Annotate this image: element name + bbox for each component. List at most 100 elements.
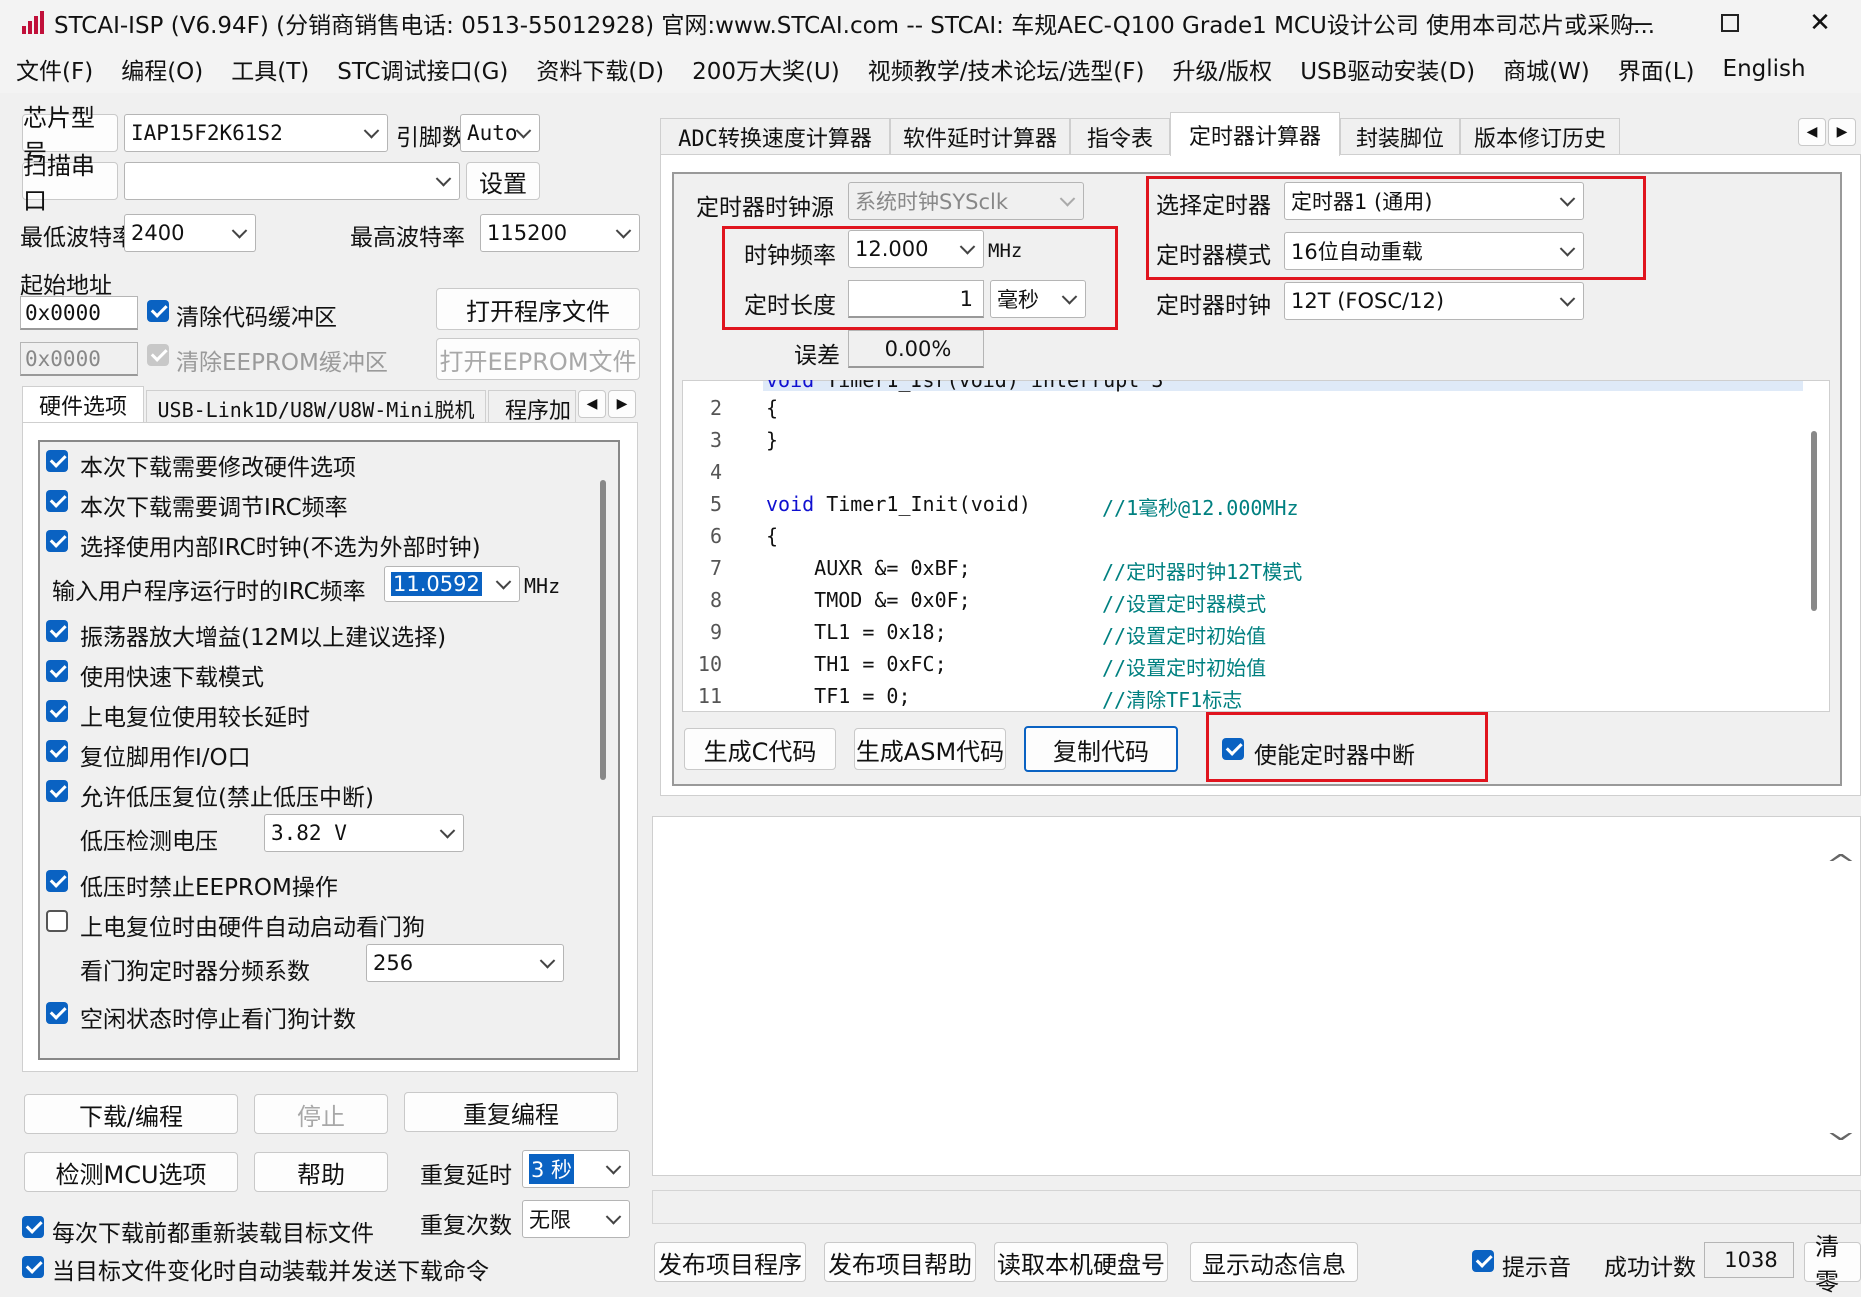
option-label: 上电复位时由硬件自动启动看门狗 bbox=[80, 915, 425, 941]
line-number: 10 bbox=[697, 652, 722, 676]
publish-help-button[interactable]: 发布项目帮助 bbox=[824, 1242, 976, 1282]
clear-eeprom-checkbox bbox=[147, 344, 169, 366]
option-label: 允许低压复位(禁止低压中断) bbox=[80, 785, 374, 811]
max-baud-select[interactable]: 115200 bbox=[480, 214, 640, 252]
clock-source-label: 定时器时钟源 bbox=[696, 195, 834, 221]
code-line: void Timer1_Init(void) bbox=[766, 492, 1031, 516]
scroll-up-icon[interactable]: ^ bbox=[1826, 850, 1857, 880]
menu-program[interactable]: 编程(O) bbox=[121, 52, 203, 86]
timer-clock-select[interactable]: 12T (FOSC/12) bbox=[1284, 282, 1584, 320]
option-checkbox[interactable] bbox=[46, 870, 68, 892]
generate-asm-button[interactable]: 生成ASM代码 bbox=[854, 728, 1006, 770]
code-comment: //设置定时初始值 bbox=[1102, 656, 1267, 680]
option-checkbox[interactable] bbox=[46, 620, 68, 642]
code-line: TF1 = 0; bbox=[766, 684, 911, 708]
menu-tools[interactable]: 工具(T) bbox=[231, 52, 309, 86]
autoload-checkbox[interactable] bbox=[22, 1256, 44, 1278]
download-button[interactable]: 下载/编程 bbox=[24, 1094, 238, 1134]
pins-select[interactable]: Auto bbox=[460, 114, 540, 152]
option-label: 振荡器放大增益(12M以上建议选择) bbox=[80, 625, 447, 651]
code-comment: //设置定时器模式 bbox=[1102, 592, 1267, 616]
option-checkbox[interactable] bbox=[46, 530, 68, 552]
error-value: 0.00% bbox=[848, 330, 984, 368]
irc-freq-unit: MHz bbox=[524, 574, 561, 598]
progress-bar bbox=[652, 1190, 1861, 1224]
menu-video[interactable]: 视频教学/技术论坛/选型(F) bbox=[868, 52, 1145, 86]
repeat-delay-select[interactable]: 3 秒 bbox=[522, 1150, 630, 1188]
irc-freq-select[interactable]: 11.0592 bbox=[384, 566, 520, 602]
menu-bar: 文件(F) 编程(O) 工具(T) STC调试接口(G) 资料下载(D) 200… bbox=[0, 45, 1861, 93]
maximize-button[interactable] bbox=[1690, 0, 1770, 45]
output-log[interactable] bbox=[652, 816, 1861, 1176]
menu-english[interactable]: English bbox=[1723, 56, 1806, 82]
menu-shop[interactable]: 商城(W) bbox=[1503, 52, 1590, 86]
menu-debug[interactable]: STC调试接口(G) bbox=[337, 52, 508, 86]
menu-usb-driver[interactable]: USB驱动安装(D) bbox=[1300, 52, 1475, 86]
tab-usb-link[interactable]: USB-Link1D/U8W/U8W-Mini脱机 bbox=[146, 390, 486, 426]
tab-program-load[interactable]: 程序加 bbox=[488, 390, 576, 426]
menu-upgrade[interactable]: 升级/版权 bbox=[1172, 52, 1272, 86]
reload-checkbox[interactable] bbox=[22, 1216, 44, 1238]
tab-instruction-table[interactable]: 指令表 bbox=[1070, 118, 1170, 154]
tab-scroll-right-icon[interactable]: ▶ bbox=[1828, 118, 1856, 146]
menu-award[interactable]: 200万大奖(U) bbox=[692, 52, 840, 86]
repeat-count-select[interactable]: 无限 bbox=[522, 1200, 630, 1238]
option-checkbox[interactable] bbox=[46, 490, 68, 512]
code-line: AUXR &= 0xBF; bbox=[766, 556, 971, 580]
wdt-label: 看门狗定时器分频系数 bbox=[80, 959, 310, 985]
lvd-select[interactable]: 3.82 V bbox=[264, 814, 464, 852]
copy-code-button[interactable]: 复制代码 bbox=[1024, 726, 1178, 772]
option-checkbox[interactable] bbox=[46, 780, 68, 802]
chip-model-select[interactable]: IAP15F2K61S2 bbox=[124, 114, 388, 152]
option-checkbox[interactable] bbox=[46, 450, 68, 472]
publish-program-button[interactable]: 发布项目程序 bbox=[654, 1242, 806, 1282]
option-checkbox[interactable] bbox=[46, 1002, 68, 1024]
scan-port-button[interactable]: 扫描串口 bbox=[22, 152, 118, 215]
code-line: void Timer1_Isr(void) interrupt 3 bbox=[766, 380, 1164, 392]
option-checkbox[interactable] bbox=[46, 660, 68, 682]
help-button[interactable]: 帮助 bbox=[254, 1152, 388, 1192]
clear-count-button[interactable]: 清零 bbox=[1804, 1233, 1861, 1296]
tab-hardware-options[interactable]: 硬件选项 bbox=[22, 386, 144, 422]
tab-delay-calculator[interactable]: 软件延时计算器 bbox=[890, 118, 1070, 154]
read-disk-id-button[interactable]: 读取本机硬盘号 bbox=[994, 1242, 1168, 1282]
port-select[interactable] bbox=[124, 162, 460, 200]
line-number: 4 bbox=[709, 460, 722, 484]
sound-checkbox[interactable] bbox=[1472, 1250, 1494, 1272]
generate-c-button[interactable]: 生成C代码 bbox=[684, 728, 836, 770]
clock-source-select: 系统时钟SYSclk bbox=[848, 182, 1084, 220]
code-line: { bbox=[766, 524, 779, 548]
option-checkbox[interactable] bbox=[46, 700, 68, 722]
menu-file[interactable]: 文件(F) bbox=[16, 52, 93, 86]
menu-download[interactable]: 资料下载(D) bbox=[536, 52, 664, 86]
tab-scroll-left-icon[interactable]: ◀ bbox=[1798, 118, 1826, 146]
scroll-down-icon[interactable]: ^ bbox=[1826, 1114, 1857, 1144]
show-dynamic-info-button[interactable]: 显示动态信息 bbox=[1190, 1242, 1358, 1282]
tab-timer-calculator[interactable]: 定时器计算器 bbox=[1170, 112, 1340, 156]
idle-wdt-label: 空闲状态时停止看门狗计数 bbox=[80, 1007, 356, 1033]
wdt-select[interactable]: 256 bbox=[366, 944, 564, 982]
tab-revision-history[interactable]: 版本修订历史 bbox=[1460, 118, 1620, 154]
detect-mcu-button[interactable]: 检测MCU选项 bbox=[24, 1152, 238, 1192]
tab-scroll-right-icon[interactable]: ▶ bbox=[608, 390, 636, 418]
clear-code-label: 清除代码缓冲区 bbox=[176, 305, 337, 331]
clear-eeprom-label: 清除EEPROM缓冲区 bbox=[176, 350, 388, 376]
start-address-input[interactable]: 0x0000 bbox=[20, 296, 138, 330]
menu-interface[interactable]: 界面(L) bbox=[1618, 52, 1695, 86]
option-label: 上电复位使用较长延时 bbox=[80, 705, 310, 731]
clear-code-checkbox[interactable] bbox=[147, 300, 169, 322]
line-number: 8 bbox=[709, 588, 722, 612]
reprogram-button[interactable]: 重复编程 bbox=[404, 1092, 618, 1132]
tab-package-pins[interactable]: 封装脚位 bbox=[1340, 118, 1460, 154]
option-checkbox[interactable] bbox=[46, 910, 68, 932]
options-scrollbar[interactable] bbox=[600, 480, 606, 780]
settings-button[interactable]: 设置 bbox=[466, 162, 540, 200]
minimize-button[interactable]: — bbox=[1600, 0, 1680, 45]
min-baud-select[interactable]: 2400 bbox=[124, 214, 256, 252]
tab-scroll-left-icon[interactable]: ◀ bbox=[578, 390, 606, 418]
option-checkbox[interactable] bbox=[46, 740, 68, 762]
close-button[interactable]: ✕ bbox=[1780, 0, 1860, 45]
tab-adc-calculator[interactable]: ADC转换速度计算器 bbox=[660, 118, 890, 154]
open-program-button[interactable]: 打开程序文件 bbox=[436, 288, 640, 330]
line-number: 7 bbox=[709, 556, 722, 580]
